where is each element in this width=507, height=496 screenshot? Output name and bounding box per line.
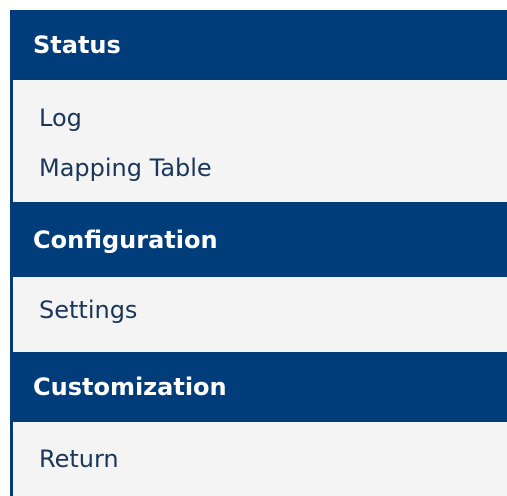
menu-item-log[interactable]: Log (13, 106, 507, 130)
section-header-status: Status (13, 10, 507, 80)
section-header-customization: Customization (13, 352, 507, 422)
menu-item-mapping-table[interactable]: Mapping Table (13, 156, 507, 180)
sidebar-menu: Status Log Mapping Table Configuration S… (10, 10, 507, 496)
section-header-configuration: Configuration (13, 202, 507, 277)
menu-item-settings[interactable]: Settings (13, 298, 507, 322)
menu-item-return[interactable]: Return (13, 447, 507, 471)
